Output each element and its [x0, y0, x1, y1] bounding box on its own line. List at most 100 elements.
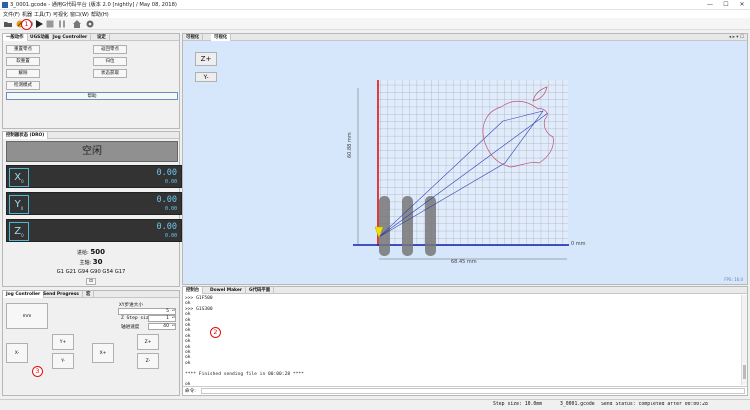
menu-machine[interactable]: 机器: [22, 11, 32, 18]
stop-icon[interactable]: [46, 20, 54, 28]
home-icon[interactable]: [73, 20, 81, 28]
jog-x-minus-button[interactable]: X-: [6, 343, 28, 363]
jog-z-minus-button[interactable]: Z-: [137, 353, 159, 369]
console-line: ok: [185, 328, 191, 334]
status-bar: Step size: 10.0mm 3_0001.gcode Send Stat…: [0, 399, 750, 410]
menu-window[interactable]: 窗口(W): [70, 11, 89, 18]
play-icon[interactable]: [35, 20, 43, 28]
z-axis-label[interactable]: Z0: [9, 222, 29, 241]
y-work-value: 0.00: [164, 206, 177, 212]
toolpath-canvas[interactable]: [183, 41, 747, 284]
close-button[interactable]: ✕: [734, 0, 750, 10]
tab-visualizer-2[interactable]: 可视化: [211, 34, 232, 41]
reset-zero-button[interactable]: 重置零点: [6, 45, 40, 54]
xy-step-input[interactable]: 5: [118, 308, 176, 315]
visualizer-panel: 可视化 可视化 ◂ ▸ ▾ ☐ Z+ Y- 60.88 mm 68.45 mm …: [182, 33, 748, 285]
jog-z-plus-button[interactable]: Z+: [137, 334, 159, 350]
jog-y-minus-button[interactable]: Y-: [52, 353, 74, 369]
tab-jog-controller[interactable]: Jog Controller: [50, 34, 92, 41]
gcode-state: G1 G21 G94 G90 G54 G17: [56, 269, 126, 275]
actions-panel: 一般动作 UGS动画 Jog Controller 设定 重置零点 返回零点 软…: [2, 33, 180, 129]
command-input[interactable]: [201, 388, 745, 394]
maximize-button[interactable]: ☐: [718, 0, 734, 10]
annotation-marker-3: 3: [32, 366, 43, 377]
height-label: 60.88 mm: [347, 132, 353, 158]
console-output[interactable]: >>> G1F500 ok >>> G1S300 ok ok ok ok ok …: [183, 295, 741, 385]
jog-y-plus-button[interactable]: Y+: [52, 334, 74, 350]
pause-icon[interactable]: [58, 20, 66, 28]
app-icon: [2, 2, 8, 8]
panel-nav-arrows[interactable]: ◂ ▸ ▾ ☐: [729, 34, 744, 41]
dro-panel: 控制器状态 (DRO) 空闲 X0 0.00 0.00 Y0 0.00 0.00…: [2, 131, 182, 287]
fps-counter: FPS: 16.0: [724, 277, 743, 282]
expand-dro-button[interactable]: ⊡: [86, 278, 96, 285]
console-line: ok: [185, 317, 191, 323]
console-line: ok: [185, 355, 191, 361]
z-work-value: 0.00: [164, 233, 177, 239]
command-label: 命令:: [185, 389, 196, 394]
console-line: ok: [185, 301, 191, 307]
minimize-button[interactable]: —: [702, 0, 718, 10]
tab-dowel-maker[interactable]: Dowel Maker: [207, 287, 247, 294]
unit-mm-button[interactable]: mm: [6, 303, 48, 329]
soft-reset-button[interactable]: 软重置: [6, 57, 40, 66]
get-status-button[interactable]: 状态获取: [93, 69, 127, 78]
file-status: 3_0001.gcode: [560, 402, 595, 407]
spindle-speed: 主轴: 30: [79, 258, 103, 266]
z-machine-value: 0.00: [156, 222, 177, 232]
zero-label: 0 mm: [571, 241, 586, 247]
console-scrollbar[interactable]: [741, 295, 747, 385]
return-zero-button[interactable]: 返回零点: [93, 45, 127, 54]
toolbar: 1: [0, 18, 750, 30]
console-line: ok: [185, 382, 191, 385]
menu-help[interactable]: 帮助(H): [91, 11, 109, 18]
tab-general-actions[interactable]: 一般动作: [3, 34, 28, 41]
tool-columns: [379, 196, 436, 256]
check-mode-button[interactable]: 检测模式: [6, 81, 40, 90]
y-axis-readout: Y0 0.00 0.00: [6, 192, 182, 215]
z-step-input[interactable]: 1: [148, 315, 176, 322]
machine-state: 空闲: [6, 141, 178, 162]
tab-send-progress[interactable]: Send Progress: [40, 291, 83, 298]
jog-x-plus-button[interactable]: X+: [92, 343, 114, 363]
x-machine-value: 0.00: [156, 168, 177, 178]
console-line: ok: [185, 344, 191, 350]
tab-console[interactable]: 控制台: [183, 287, 204, 294]
tab-settings[interactable]: 设定: [94, 34, 110, 41]
console-panel: 控制台 Dowel Maker G代码平面 >>> G1F500 ok >>> …: [182, 286, 748, 396]
tab-dro[interactable]: 控制器状态 (DRO): [3, 132, 49, 139]
feed-rate: 进给: 500: [77, 248, 105, 256]
console-line: ok: [185, 360, 191, 366]
tab-jog[interactable]: Jog Controller: [3, 291, 45, 298]
jog-panel: Jog Controller Send Progress 宏 mm XY步进大小…: [2, 290, 180, 396]
x-work-value: 0.00: [164, 179, 177, 185]
menu-file[interactable]: 文件(F): [3, 11, 20, 18]
help-button[interactable]: 帮助: [6, 92, 178, 100]
y-machine-value: 0.00: [156, 195, 177, 205]
scrollbar-thumb[interactable]: [743, 365, 746, 379]
width-label: 68.45 mm: [451, 259, 477, 265]
z-axis-readout: Z0 0.00 0.00: [6, 219, 182, 242]
tab-macros[interactable]: 宏: [83, 291, 95, 298]
title-bar: 3_0001.gcode - 通用G代码平台 (版本 2.0 [nightly]…: [0, 0, 750, 10]
send-status: Send Status: completed after 00:00:28: [601, 402, 708, 407]
annotation-marker-1: 1: [21, 19, 32, 30]
y-axis-label[interactable]: Y0: [9, 195, 29, 214]
console-line: **** Finished sending file in 00:00:28 *…: [185, 371, 304, 377]
gear-icon[interactable]: [86, 20, 94, 28]
x-axis-label[interactable]: X0: [9, 168, 29, 187]
unlock-button[interactable]: 解除: [6, 69, 40, 78]
console-line: ok: [185, 312, 191, 318]
feed-rate-label: 轴进速度: [121, 325, 140, 330]
feed-rate-input[interactable]: 40: [148, 323, 176, 330]
x-axis-readout: X0 0.00 0.00: [6, 165, 182, 188]
home-button[interactable]: 归位: [93, 57, 127, 66]
console-line: ok: [185, 339, 191, 345]
tab-visualizer-1[interactable]: 可视化: [183, 34, 204, 41]
tab-gcode-editor[interactable]: G代码平面: [246, 287, 275, 294]
annotation-marker-2: 2: [210, 327, 221, 338]
menu-visualizer[interactable]: 可视化: [53, 11, 68, 18]
step-size-status: Step size: 10.0mm: [493, 402, 543, 407]
menu-tools[interactable]: 工具(T): [34, 11, 51, 18]
open-folder-icon[interactable]: [4, 20, 12, 28]
